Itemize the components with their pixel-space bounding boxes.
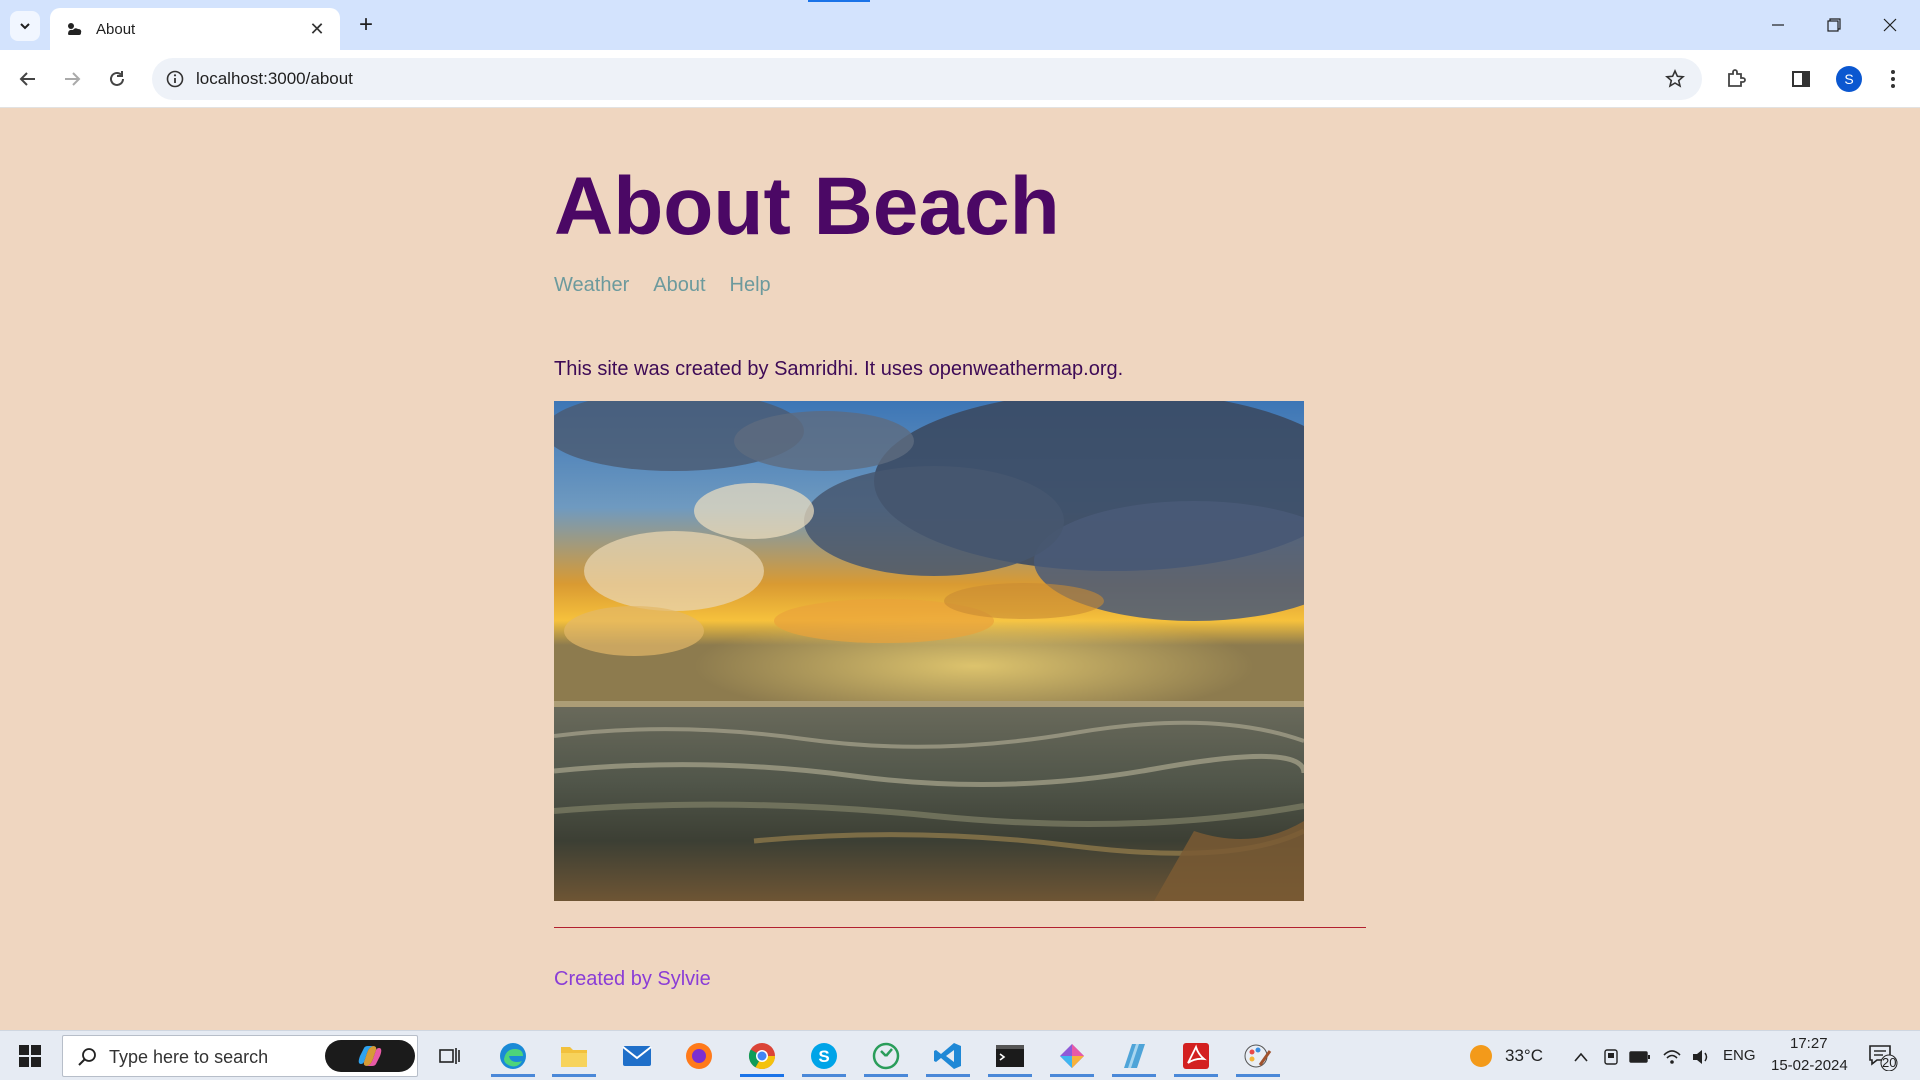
search-icon <box>75 1045 99 1069</box>
taskbar-mail[interactable] <box>612 1035 662 1077</box>
svg-text:S: S <box>818 1047 829 1066</box>
edge-icon <box>500 1043 526 1069</box>
notes-app-icon <box>1124 1044 1145 1068</box>
folder-icon <box>561 1047 587 1067</box>
windows-logo-icon <box>19 1045 41 1067</box>
address-url: localhost:3000/about <box>196 69 353 88</box>
battery-icon[interactable] <box>1629 1046 1651 1068</box>
task-view-button[interactable] <box>425 1035 475 1077</box>
paint-icon <box>1244 1044 1272 1068</box>
clock-time[interactable]: 17:27 <box>1790 1035 1828 1052</box>
taskbar-acrobat[interactable] <box>1171 1035 1221 1077</box>
taskbar-chrome[interactable] <box>737 1035 787 1077</box>
profile-avatar[interactable]: S <box>1836 66 1862 92</box>
chevron-down-icon <box>20 23 30 30</box>
address-bar[interactable]: localhost:3000/about <box>152 58 1702 100</box>
reload-button[interactable] <box>101 63 133 95</box>
tab-loading-indicator <box>808 0 870 2</box>
tab-close-icon[interactable]: ✕ <box>306 18 328 40</box>
site-info-icon[interactable] <box>162 66 188 92</box>
browser-toolbar: localhost:3000/about S <box>0 50 1920 108</box>
footer-divider <box>554 927 1366 928</box>
notification-count: 20 <box>1882 1055 1897 1070</box>
taskbar-paint[interactable] <box>1233 1035 1283 1077</box>
footer-credit: Created by Sylvie <box>554 968 711 990</box>
mail-icon <box>622 1046 652 1066</box>
back-button[interactable] <box>12 63 44 95</box>
side-panel-icon <box>1792 71 1810 87</box>
search-placeholder: Type here to search <box>109 1047 269 1067</box>
taskbar-edge[interactable] <box>488 1035 538 1077</box>
close-icon <box>1883 18 1897 32</box>
clock-date[interactable]: 15-02-2024 <box>1771 1057 1848 1074</box>
minimize-icon <box>1772 24 1784 26</box>
terminal-icon <box>996 1045 1024 1067</box>
taskbar-firefox[interactable] <box>674 1035 724 1077</box>
restore-icon <box>1827 18 1841 32</box>
taskbar-skype[interactable]: S <box>799 1035 849 1077</box>
clock-icon <box>872 1042 900 1070</box>
more-vertical-icon <box>1891 70 1895 88</box>
puzzle-icon <box>1728 69 1746 87</box>
copilot-button[interactable] <box>325 1040 415 1072</box>
nav-link-about[interactable]: About <box>653 274 705 297</box>
start-button[interactable] <box>10 1041 50 1071</box>
minimize-button[interactable] <box>1750 0 1806 50</box>
taskbar-clock-app[interactable] <box>861 1035 911 1077</box>
browser-tab[interactable]: About ✕ <box>50 8 340 50</box>
close-window-button[interactable] <box>1862 0 1918 50</box>
taskbar-file-explorer[interactable] <box>549 1035 599 1077</box>
taskbar-search-box[interactable]: Type here to search <box>62 1035 418 1077</box>
taskbar-vscode[interactable] <box>923 1035 973 1077</box>
taskbar-terminal[interactable] <box>985 1035 1035 1077</box>
wifi-icon[interactable] <box>1661 1046 1683 1068</box>
diamond-app-icon <box>1060 1044 1084 1068</box>
nav-link-weather[interactable]: Weather <box>554 274 629 297</box>
show-hidden-icons-chevron-icon[interactable] <box>1570 1046 1592 1068</box>
nav-link-help[interactable]: Help <box>730 274 771 297</box>
tab-search-button[interactable] <box>10 11 40 41</box>
skype-icon: S <box>811 1043 837 1069</box>
tab-strip: About ✕ + <box>0 0 1920 50</box>
weather-sun-icon[interactable] <box>1468 1043 1494 1069</box>
browser-menu-button[interactable] <box>1877 63 1909 95</box>
pdf-icon <box>1183 1043 1209 1069</box>
taskbar-app-diamond[interactable] <box>1047 1035 1097 1077</box>
page-title: About Beach <box>554 161 1060 252</box>
restore-button[interactable] <box>1806 0 1862 50</box>
weather-temperature[interactable]: 33°C <box>1505 1046 1543 1066</box>
device-icon[interactable] <box>1600 1046 1622 1068</box>
volume-icon[interactable] <box>1690 1046 1712 1068</box>
taskbar-app-notes[interactable] <box>1109 1035 1159 1077</box>
task-view-icon <box>439 1048 460 1064</box>
page-viewport: About Beach Weather About Help This site… <box>0 108 1920 1030</box>
new-tab-button[interactable]: + <box>352 11 380 39</box>
vscode-icon <box>934 1043 961 1069</box>
arrow-left-icon <box>19 72 35 86</box>
extensions-button[interactable] <box>1720 63 1752 95</box>
forward-button[interactable] <box>56 63 88 95</box>
reload-icon <box>110 71 124 86</box>
tab-title: About <box>96 20 136 38</box>
weather-favicon-icon <box>64 19 84 39</box>
input-language[interactable]: ENG <box>1723 1047 1756 1064</box>
site-nav: Weather About Help <box>554 274 771 297</box>
taskbar: Type here to search S 33°C ENG 17:27 15-… <box>0 1030 1920 1080</box>
chrome-icon <box>748 1043 776 1070</box>
copilot-icon <box>358 1046 382 1066</box>
intro-text: This site was created by Samridhi. It us… <box>554 358 1124 380</box>
bookmark-star-icon[interactable] <box>1662 66 1688 92</box>
arrow-right-icon <box>65 72 81 86</box>
firefox-icon <box>686 1043 712 1069</box>
side-panel-button[interactable] <box>1785 63 1817 95</box>
beach-sunset-image <box>554 401 1304 901</box>
